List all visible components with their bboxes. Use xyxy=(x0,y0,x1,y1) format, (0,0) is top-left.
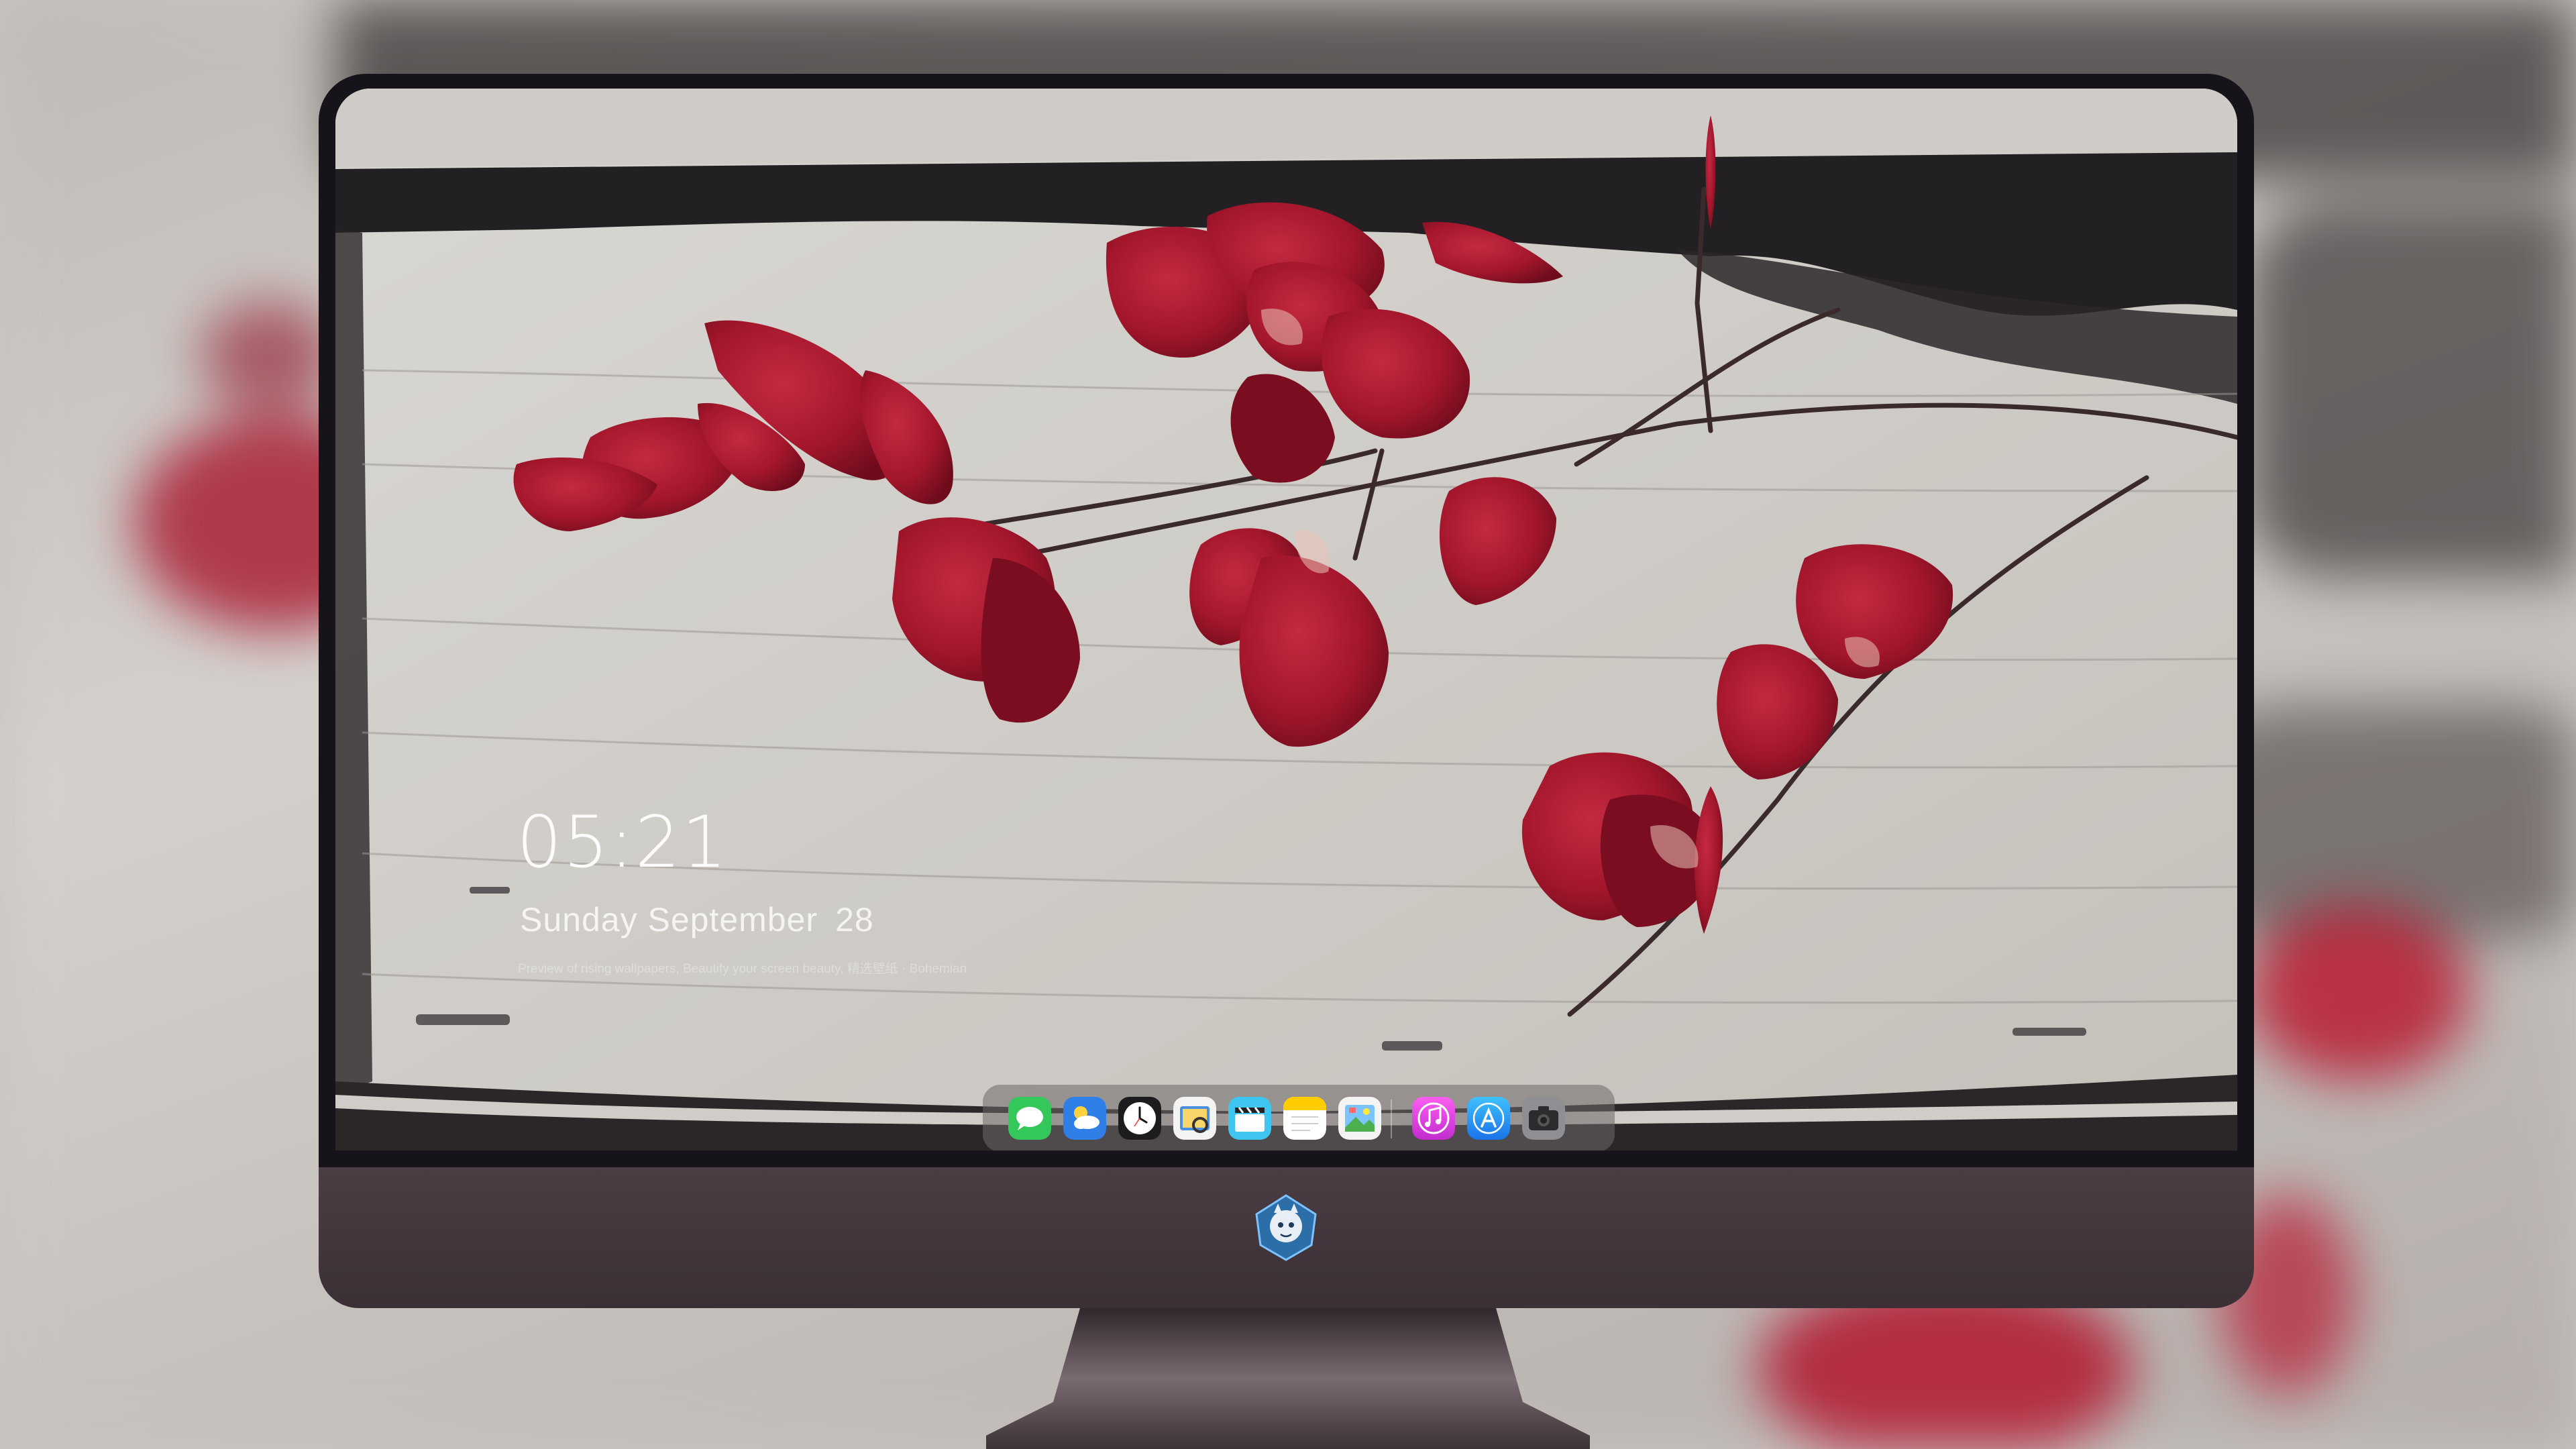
lockscreen-weekday-month: Sunday September xyxy=(520,901,818,938)
app-store-icon[interactable] xyxy=(1467,1097,1510,1140)
brand-logo-icon xyxy=(1255,1194,1317,1261)
gallery-icon[interactable] xyxy=(1338,1097,1381,1140)
monitor-chin xyxy=(319,1167,2254,1308)
dock-separator xyxy=(1391,1099,1392,1138)
music-icon[interactable] xyxy=(1412,1097,1455,1140)
wallpaper-image xyxy=(335,89,2237,1150)
monitor: 05:21 Sunday September 28 Preview of risi… xyxy=(319,74,2254,1449)
preview-icon[interactable] xyxy=(1173,1097,1216,1140)
lock-screen[interactable]: 05:21 Sunday September 28 Preview of risi… xyxy=(335,89,2237,1150)
weather-icon[interactable] xyxy=(1063,1097,1106,1140)
messages-icon[interactable] xyxy=(1008,1097,1051,1140)
camera-icon[interactable] xyxy=(1522,1097,1565,1140)
wallpaper-caption: Preview of rising wallpapers, Beautify y… xyxy=(518,962,967,976)
lockscreen-date: Sunday September 28 xyxy=(520,900,874,939)
monitor-bezel: 05:21 Sunday September 28 Preview of risi… xyxy=(319,74,2254,1167)
lockscreen-clock: 05:21 xyxy=(517,801,729,883)
lockscreen-day: 28 xyxy=(835,901,874,938)
dock xyxy=(983,1085,1615,1150)
notes-icon[interactable] xyxy=(1283,1097,1326,1140)
clapperboard-icon[interactable] xyxy=(1228,1097,1271,1140)
monitor-stand xyxy=(986,1308,1590,1449)
clock-icon[interactable] xyxy=(1118,1097,1161,1140)
